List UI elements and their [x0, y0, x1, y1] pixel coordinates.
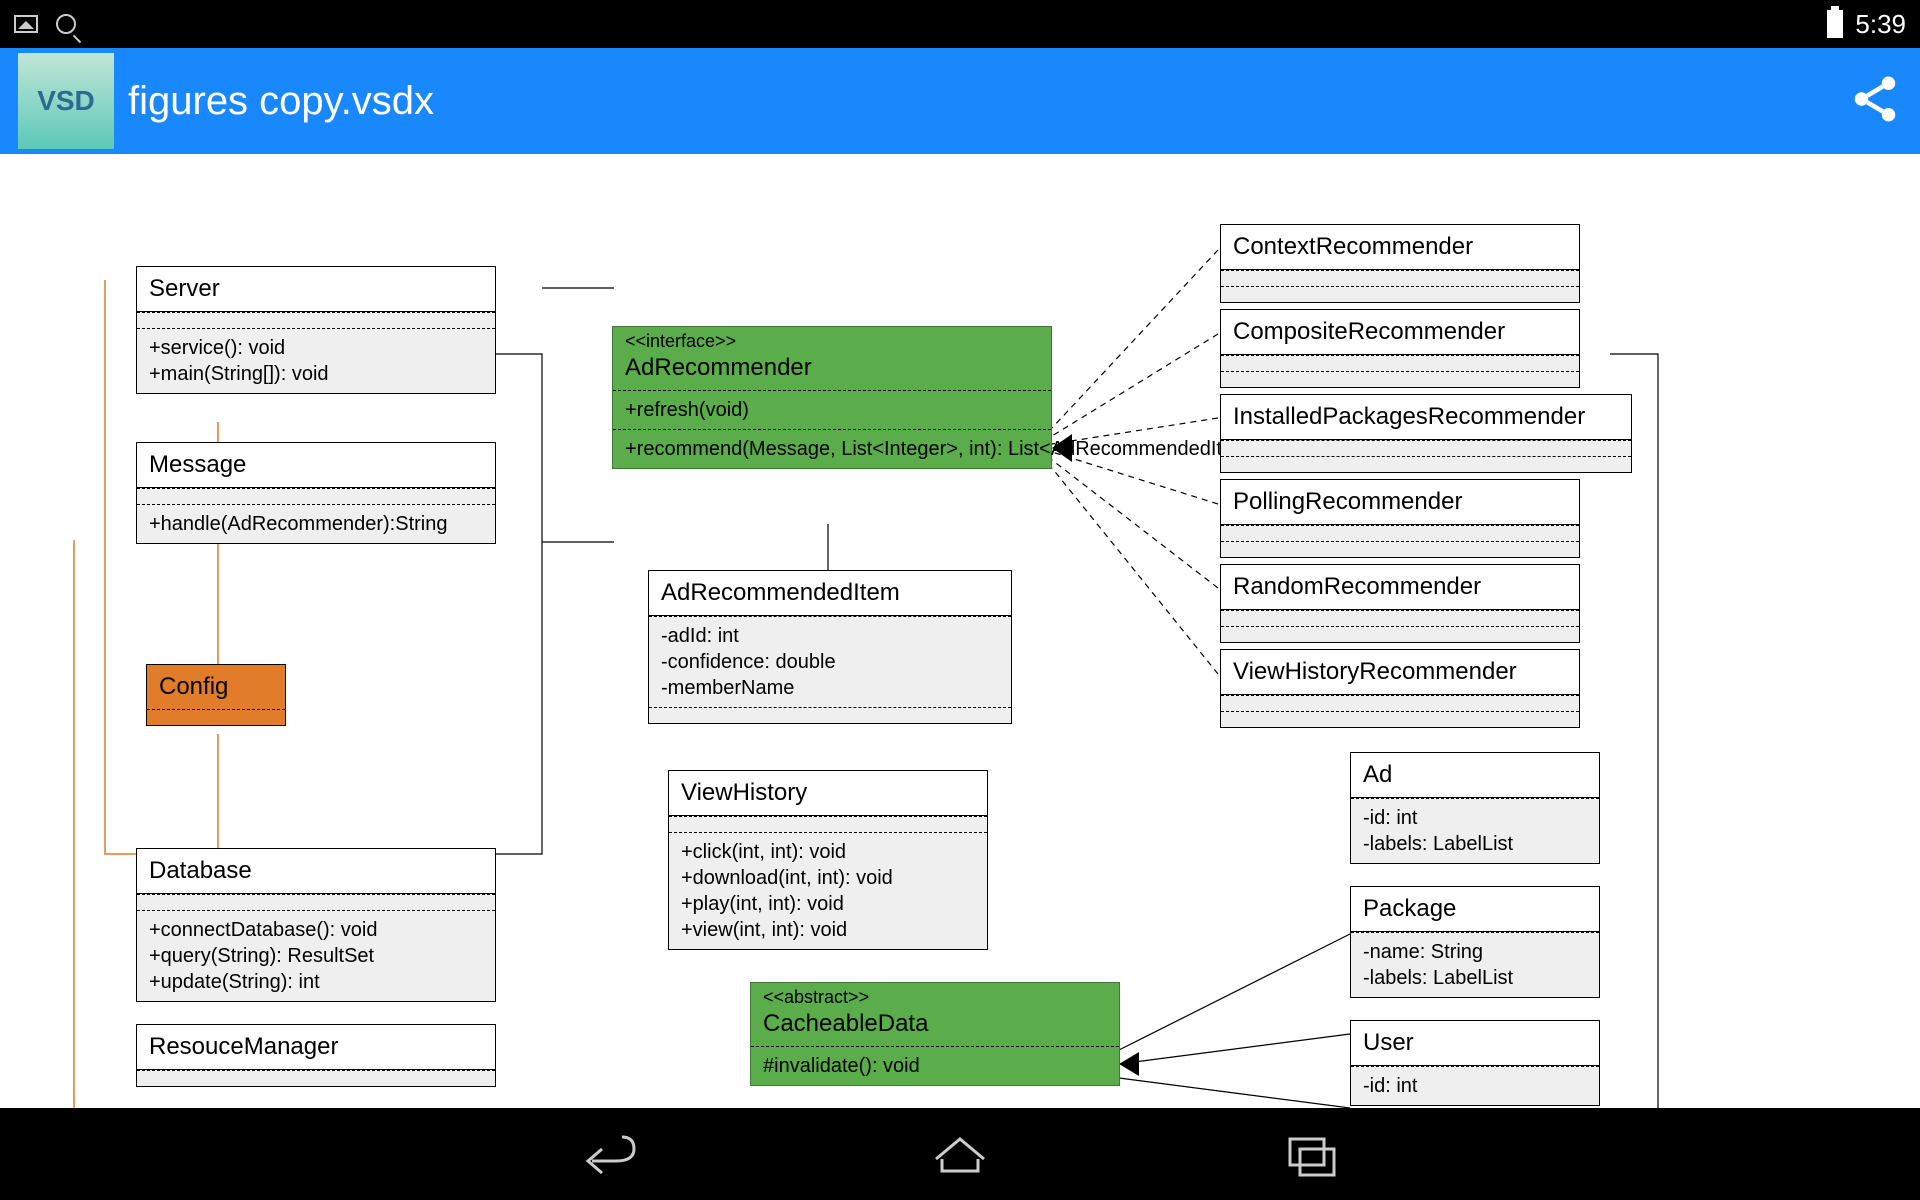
- diagram-canvas[interactable]: Server +service(): void +main(String[]):…: [0, 154, 1920, 1108]
- class-methods: +refresh(void): [613, 390, 1051, 429]
- class-adrecommendeditem[interactable]: AdRecommendedItem -adId: int -confidence…: [648, 570, 1012, 724]
- class-title: Database: [137, 849, 495, 894]
- nav-back-button[interactable]: [572, 1127, 644, 1182]
- app-logo-icon[interactable]: VSD: [18, 53, 114, 149]
- class-attrs: [1221, 525, 1579, 541]
- search-notif-icon: [56, 14, 76, 34]
- class-attrs: [669, 816, 987, 832]
- class-methods: +click(int, int): void +download(int, in…: [669, 832, 987, 949]
- abstract-cacheabledata[interactable]: <<abstract>> CacheableData #invalidate()…: [750, 982, 1120, 1086]
- share-icon: [1848, 72, 1902, 126]
- class-title: InstalledPackagesRecommender: [1221, 395, 1631, 440]
- class-title: PollingRecommender: [1221, 480, 1579, 525]
- class-viewhistoryrecommender[interactable]: ViewHistoryRecommender: [1220, 649, 1580, 728]
- class-package[interactable]: Package -name: String -labels: LabelList: [1350, 886, 1600, 998]
- class-attrs: [1221, 355, 1579, 371]
- class-methods: +connectDatabase(): void +query(String):…: [137, 910, 495, 1001]
- class-attrs: -id: int: [1351, 1066, 1599, 1105]
- class-methods: #invalidate(): void: [751, 1046, 1119, 1085]
- class-title: ViewHistoryRecommender: [1221, 650, 1579, 695]
- class-viewhistory[interactable]: ViewHistory +click(int, int): void +down…: [668, 770, 988, 950]
- class-message[interactable]: Message +handle(AdRecommender):String: [136, 442, 496, 544]
- class-attrs: [137, 894, 495, 910]
- class-attrs: -id: int -labels: LabelList: [1351, 798, 1599, 863]
- class-title: ViewHistory: [669, 771, 987, 816]
- class-installedpackagesrecommender[interactable]: InstalledPackagesRecommender: [1220, 394, 1632, 473]
- class-contextrecommender[interactable]: ContextRecommender: [1220, 224, 1580, 303]
- class-title: Ad: [1351, 753, 1599, 798]
- nav-home-button[interactable]: [924, 1127, 996, 1182]
- class-methods: [1221, 371, 1579, 387]
- back-icon: [572, 1127, 644, 1177]
- class-pollingrecommender[interactable]: PollingRecommender: [1220, 479, 1580, 558]
- class-database[interactable]: Database +connectDatabase(): void +query…: [136, 848, 496, 1002]
- class-title: Package: [1351, 887, 1599, 932]
- class-server[interactable]: Server +service(): void +main(String[]):…: [136, 266, 496, 394]
- class-attrs: -adId: int -confidence: double -memberNa…: [649, 616, 1011, 707]
- class-title: CompositeRecommender: [1221, 310, 1579, 355]
- class-resource-manager[interactable]: ResouceManager: [136, 1024, 496, 1087]
- gallery-notif-icon: [14, 15, 38, 33]
- class-title: ContextRecommender: [1221, 225, 1579, 270]
- class-attrs: -name: String -labels: LabelList: [1351, 932, 1599, 997]
- class-ad[interactable]: Ad -id: int -labels: LabelList: [1350, 752, 1600, 864]
- class-attrs: [137, 488, 495, 504]
- class-title: ResouceManager: [137, 1025, 495, 1070]
- class-title: Config: [147, 665, 285, 709]
- android-nav-bar: [0, 1108, 1920, 1200]
- class-title: AdRecommender: [613, 352, 1051, 390]
- class-title: RandomRecommender: [1221, 565, 1579, 610]
- class-config[interactable]: Config: [146, 664, 286, 726]
- class-user[interactable]: User -id: int: [1350, 1020, 1600, 1106]
- class-attrs: [1221, 610, 1579, 626]
- class-methods: [1221, 711, 1579, 727]
- recent-apps-icon: [1276, 1127, 1348, 1177]
- class-compositerecommender[interactable]: CompositeRecommender: [1220, 309, 1580, 388]
- class-randomrecommender[interactable]: RandomRecommender: [1220, 564, 1580, 643]
- nav-recent-button[interactable]: [1276, 1127, 1348, 1182]
- class-methods: [649, 707, 1011, 723]
- status-time: 5:39: [1855, 9, 1906, 40]
- android-status-bar: 5:39: [0, 0, 1920, 48]
- class-title: CacheableData: [751, 1008, 1119, 1046]
- class-attrs: [137, 1070, 495, 1086]
- class-attrs: [1221, 270, 1579, 286]
- stereotype-label: <<interface>>: [613, 327, 1051, 352]
- class-methods: +handle(AdRecommender):String: [137, 504, 495, 543]
- class-title: User: [1351, 1021, 1599, 1066]
- class-attrs: [147, 709, 285, 725]
- class-methods: [1221, 286, 1579, 302]
- class-attrs: [1221, 440, 1631, 456]
- class-methods: [1221, 541, 1579, 557]
- class-title: Message: [137, 443, 495, 488]
- class-title: AdRecommendedItem: [649, 571, 1011, 616]
- interface-adrecommender[interactable]: <<interface>> AdRecommender +refresh(voi…: [612, 326, 1052, 469]
- app-toolbar: VSD figures copy.vsdx: [0, 48, 1920, 154]
- class-methods: [1221, 456, 1631, 472]
- class-methods: [1221, 626, 1579, 642]
- document-title: figures copy.vsdx: [128, 79, 434, 124]
- class-title: Server: [137, 267, 495, 312]
- class-methods: +service(): void +main(String[]): void: [137, 328, 495, 393]
- battery-icon: [1827, 10, 1843, 38]
- class-attrs: [137, 312, 495, 328]
- share-button[interactable]: [1848, 72, 1902, 131]
- home-icon: [924, 1127, 996, 1177]
- class-methods: +recommend(Message, List<Integer>, int):…: [613, 429, 1051, 468]
- class-attrs: [1221, 695, 1579, 711]
- stereotype-label: <<abstract>>: [751, 983, 1119, 1008]
